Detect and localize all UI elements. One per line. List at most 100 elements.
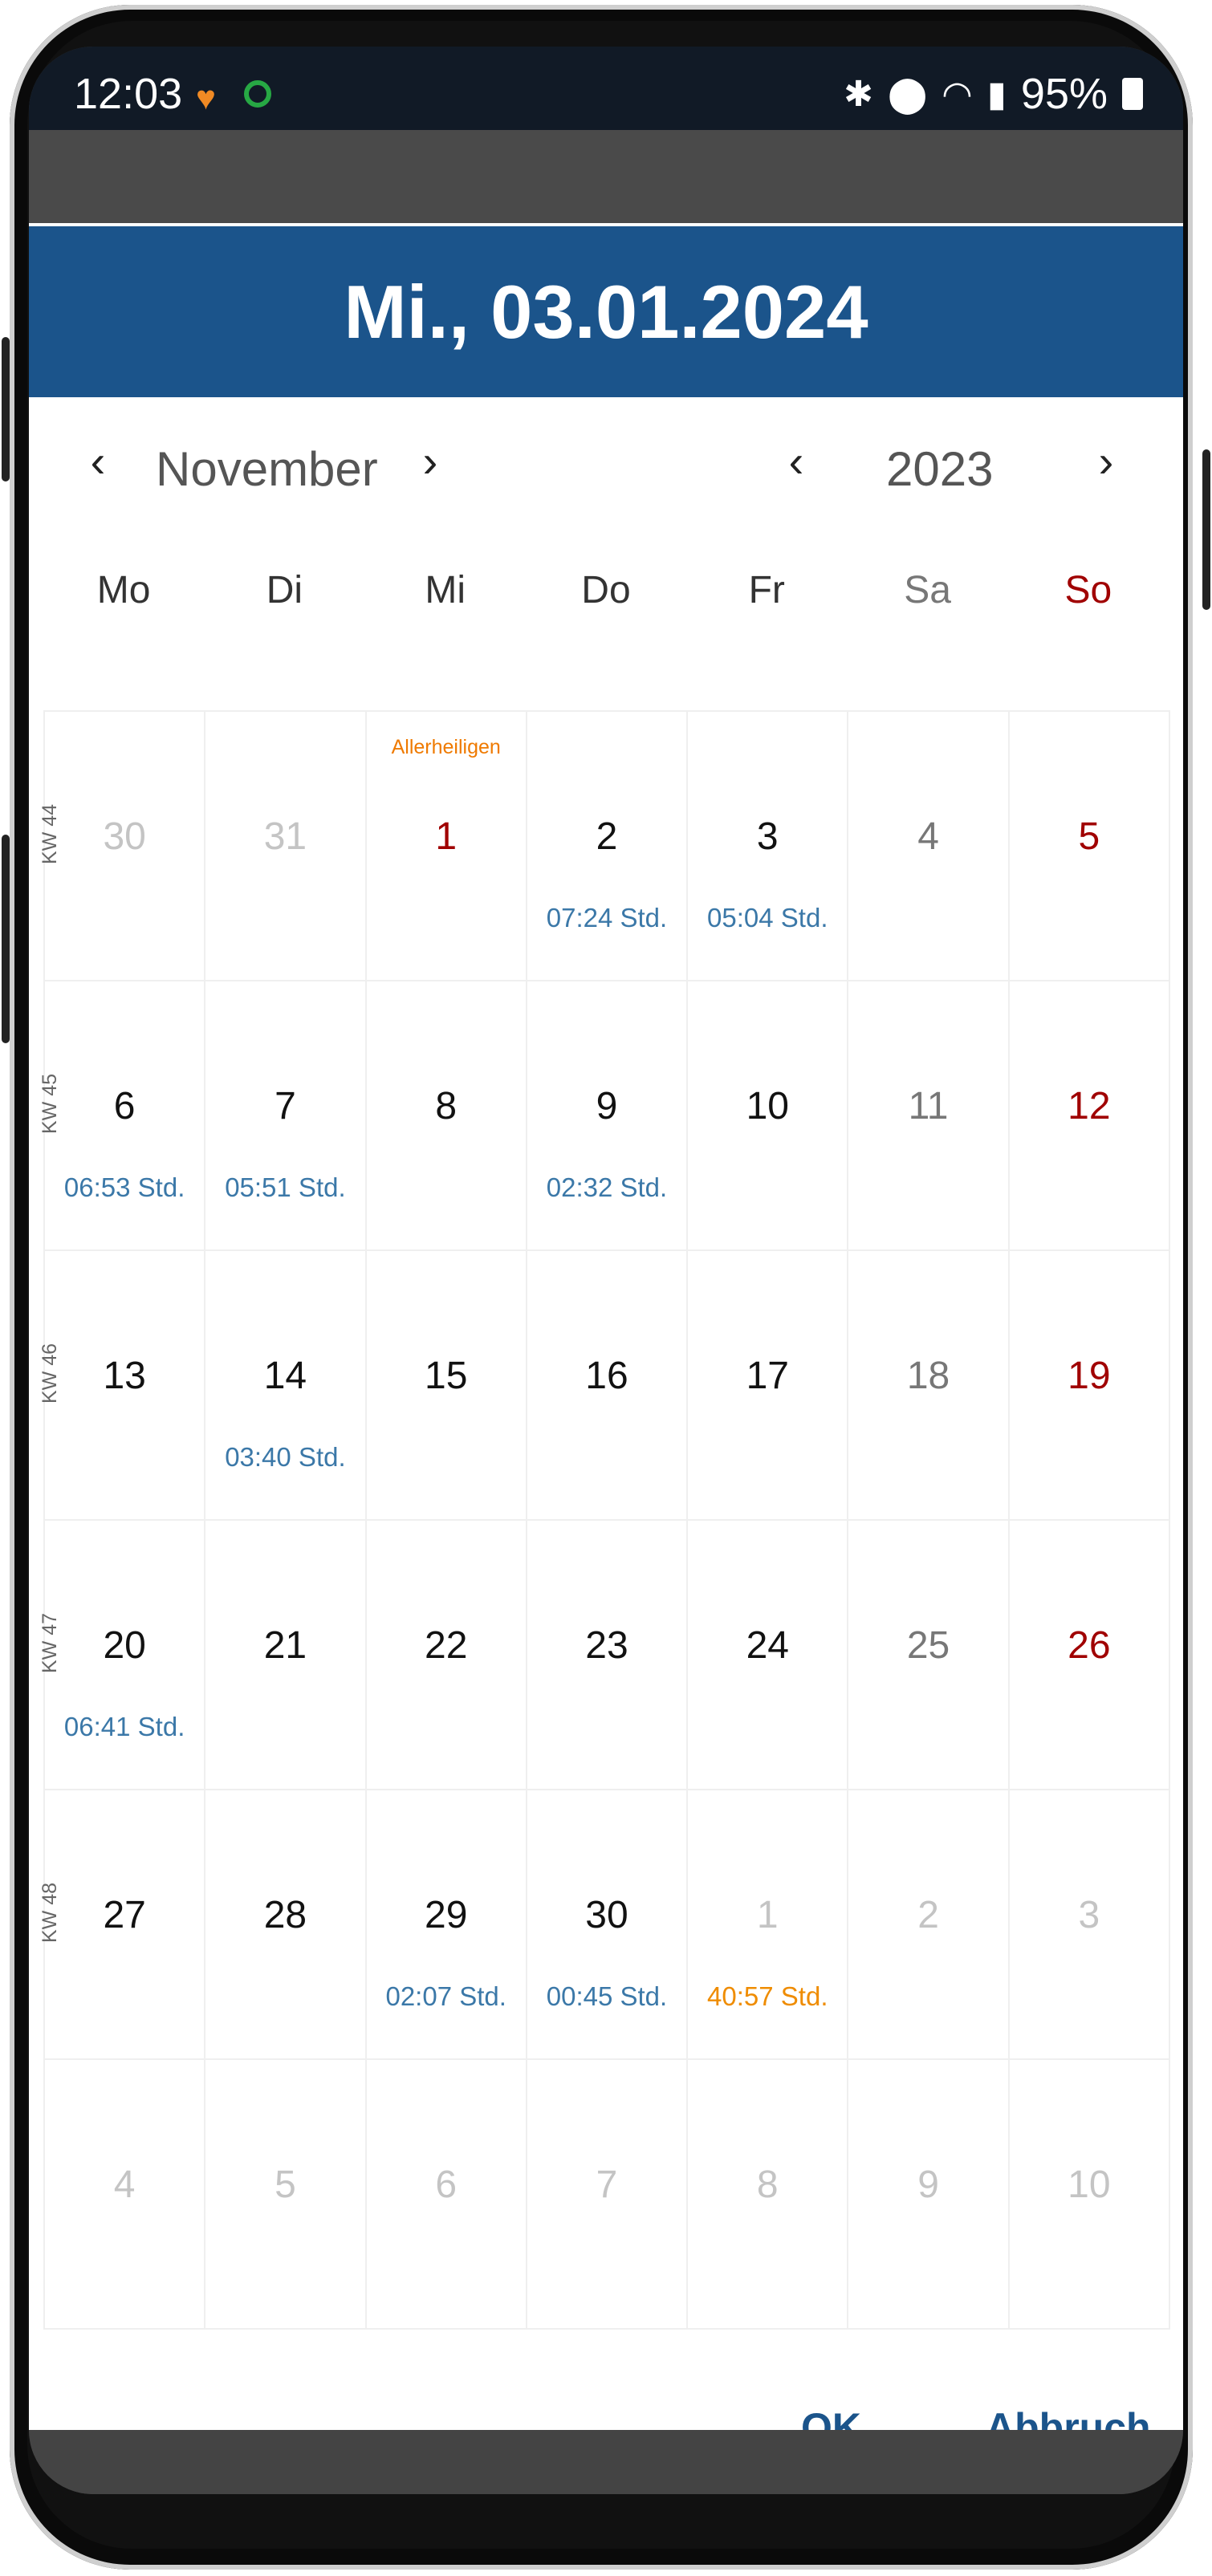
battery-icon (1122, 78, 1143, 110)
calendar-day-cell[interactable]: 19 (1009, 1251, 1170, 1521)
bluetooth-icon: ✱ (844, 74, 874, 114)
prev-month-button[interactable]: ‹ (74, 435, 122, 487)
day-number: 27 (103, 1894, 146, 1936)
day-number: 9 (596, 1085, 618, 1128)
day-number: 8 (435, 1085, 458, 1128)
next-month-button[interactable]: › (406, 435, 454, 487)
wifi-icon: ◠ (942, 74, 973, 114)
calendar-day-cell[interactable]: 6 (366, 2060, 527, 2330)
calendar-day-cell[interactable]: KW 47 20 06:41 Std. (39, 1521, 206, 1790)
next-year-button[interactable]: › (1082, 435, 1130, 487)
calendar-day-cell[interactable]: 31 (205, 712, 367, 981)
calendar-day-cell[interactable]: 2 (848, 1790, 1010, 2060)
day-number: 3 (1078, 1894, 1100, 1936)
calendar-day-cell[interactable]: 30 00:45 Std. (527, 1790, 689, 2060)
calendar-day-cell[interactable]: 9 02:32 Std. (527, 981, 689, 1251)
prev-year-button[interactable]: ‹ (772, 435, 820, 487)
calendar-day-cell[interactable]: 4 (848, 712, 1010, 981)
calendar-day-cell[interactable]: 10 (688, 981, 849, 1251)
worked-hours: 02:32 Std. (546, 1172, 668, 1202)
app-bar (29, 130, 1183, 223)
calendar-day-cell[interactable]: 21 (205, 1521, 367, 1790)
calendar-day-cell[interactable]: 9 (848, 2060, 1010, 2330)
weekday-mi: Mi (425, 569, 466, 611)
day-number: 12 (1068, 1085, 1111, 1128)
calendar-day-cell[interactable]: 5 (205, 2060, 367, 2330)
signal-icon: ▮ (986, 74, 1007, 114)
worked-hours: 05:51 Std. (225, 1172, 346, 1202)
calendar-day-cell[interactable]: 7 (527, 2060, 689, 2330)
day-number: 13 (103, 1355, 146, 1397)
calendar-day-cell[interactable]: 10 (1009, 2060, 1170, 2330)
month-label: November (156, 442, 378, 496)
calendar-week-row: KW 47 20 06:41 Std. 21 22 23 24 25 26 (39, 1521, 1170, 1790)
day-number: 14 (263, 1355, 307, 1397)
day-number: 1 (435, 815, 458, 858)
calendar-week-row: KW 45 6 06:53 Std. 7 05:51 Std. 8 9 02:32 Std. 1… (39, 981, 1170, 1251)
weekday-di: Di (266, 569, 303, 611)
calendar-day-cell[interactable]: 8 (688, 2060, 849, 2330)
day-number: 19 (1068, 1355, 1111, 1397)
calendar-day-cell[interactable]: 26 (1009, 1521, 1170, 1790)
worked-hours: 07:24 Std. (546, 903, 668, 932)
calendar-day-cell[interactable]: 5 (1009, 712, 1170, 981)
location-icon: ⬤ (888, 74, 928, 114)
calendar-day-cell[interactable]: 14 03:40 Std. (205, 1251, 367, 1521)
calendar-day-cell[interactable]: KW 46 13 (39, 1251, 206, 1521)
calendar-day-cell[interactable]: 18 (848, 1251, 1010, 1521)
calendar-day-cell[interactable]: 28 (205, 1790, 367, 2060)
day-number: 3 (756, 815, 779, 858)
calendar-day-cell[interactable]: 4 (45, 2060, 206, 2330)
worked-hours: 03:40 Std. (225, 1442, 346, 1472)
day-number: 21 (263, 1624, 307, 1667)
day-number: 7 (596, 2164, 618, 2206)
day-number: 15 (425, 1355, 468, 1397)
worked-hours: 06:41 Std. (63, 1712, 185, 1741)
calendar-day-cell[interactable]: KW 45 6 06:53 Std. (39, 981, 206, 1251)
calendar-day-cell[interactable]: 3 (1009, 1790, 1170, 2060)
phone-screen: 12:03 ♥ ✱ ⬤ ◠ ▮ 95% Mi., 03.01.2024 ‹ No… (29, 47, 1183, 2494)
side-button (2, 835, 10, 1043)
calendar-day-cell[interactable]: 7 05:51 Std. (205, 981, 367, 1251)
calendar-day-cell[interactable]: 12 (1009, 981, 1170, 1251)
volume-button (2, 337, 10, 481)
day-number: 5 (1078, 815, 1100, 858)
day-number: 30 (585, 1894, 628, 1936)
calendar-day-cell[interactable]: 11 (848, 981, 1010, 1251)
calendar-day-cell[interactable]: 17 (688, 1251, 849, 1521)
calendar-day-cell[interactable]: 25 (848, 1521, 1010, 1790)
day-number: 10 (1068, 2164, 1111, 2206)
dialog-header: Mi., 03.01.2024 (29, 223, 1183, 397)
day-number: 4 (917, 815, 939, 858)
day-number: 29 (425, 1894, 468, 1936)
calendar-day-cell[interactable]: KW 48 27 (39, 1790, 206, 2060)
year-label: 2023 (886, 442, 994, 496)
calendar-day-cell[interactable]: KW 44 30 (39, 712, 206, 981)
day-number: 30 (103, 815, 146, 858)
calendar-day-cell[interactable]: 22 (366, 1521, 527, 1790)
calendar-day-cell[interactable]: 15 (366, 1251, 527, 1521)
calendar-grid: KW 44 30 31 Allerheiligen 1 2 07:24 Std. 3 05:04… (39, 710, 1170, 2330)
weekday-do: Do (581, 569, 631, 611)
status-time: 12:03 (74, 70, 183, 118)
calendar-week-row: KW 44 30 31 Allerheiligen 1 2 07:24 Std. 3 05:04… (39, 712, 1170, 981)
calendar-day-cell[interactable]: 24 (688, 1521, 849, 1790)
holiday-label: Allerheiligen (391, 736, 501, 758)
worked-hours: 00:45 Std. (546, 1981, 668, 2011)
calendar-day-cell[interactable]: 16 (527, 1251, 689, 1521)
calendar-day-cell[interactable]: 2 07:24 Std. (527, 712, 689, 981)
day-number: 31 (263, 815, 307, 858)
calendar-day-cell[interactable]: Allerheiligen 1 (366, 712, 527, 981)
day-number: 10 (746, 1085, 789, 1128)
calendar-day-cell[interactable]: 1 40:57 Std. (688, 1790, 849, 2060)
day-number: 28 (263, 1894, 307, 1936)
day-number: 16 (585, 1355, 628, 1397)
date-picker-dialog: Mi., 03.01.2024 ‹ November › ‹ 2023 › Mo… (29, 223, 1183, 2450)
calendar-day-cell[interactable]: 3 05:04 Std. (688, 712, 849, 981)
calendar-day-cell[interactable]: 29 02:07 Std. (366, 1790, 527, 2060)
day-number: 6 (435, 2164, 458, 2206)
calendar-day-cell[interactable]: 8 (366, 981, 527, 1251)
calendar-week-row: 4 5 6 7 8 9 10 (45, 2060, 1170, 2330)
calendar-day-cell[interactable]: 23 (527, 1521, 689, 1790)
worked-hours: 06:53 Std. (63, 1172, 185, 1202)
